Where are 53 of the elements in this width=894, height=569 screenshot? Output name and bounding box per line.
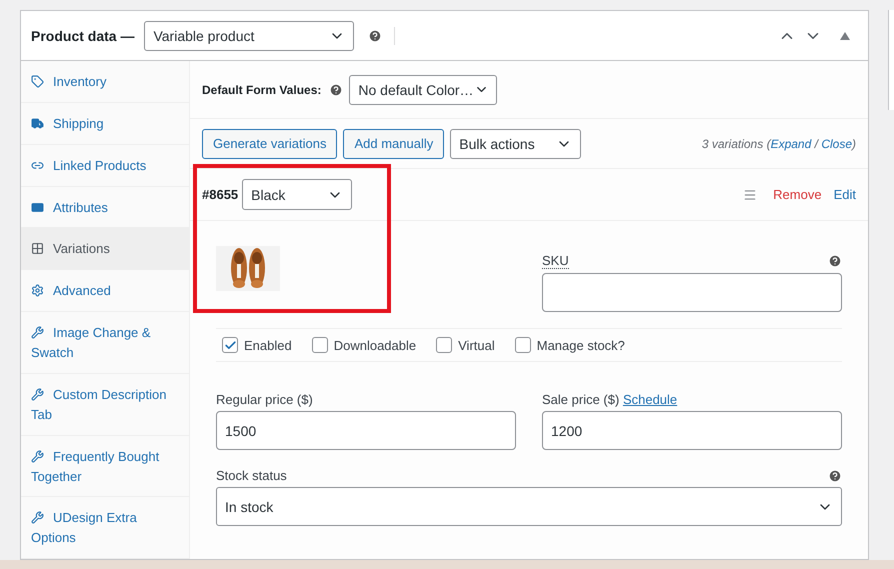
close-link[interactable]: Close xyxy=(821,136,852,150)
sku-input[interactable] xyxy=(542,273,842,312)
field-label: Sale price ($) Schedule xyxy=(542,392,678,407)
help-icon[interactable] xyxy=(828,254,842,268)
checkbox[interactable] xyxy=(312,337,328,353)
paren-text: ( xyxy=(766,136,771,150)
schedule-link[interactable]: Schedule xyxy=(622,392,678,407)
checkbox[interactable] xyxy=(436,337,452,353)
variation-count: 3 variations xyxy=(702,136,764,150)
card-icon xyxy=(31,200,44,214)
expand-link[interactable]: Expand xyxy=(770,136,812,150)
checkbox-label: Enabled xyxy=(244,338,292,352)
sidebar-tab[interactable]: Frequently Bought Together xyxy=(21,436,189,498)
wrench-icon xyxy=(31,388,44,401)
remove-link[interactable]: Remove xyxy=(773,187,822,202)
checkbox-label: Manage stock? xyxy=(536,338,625,352)
regular-price-input[interactable]: 1500 xyxy=(216,411,516,450)
separator-text: / xyxy=(813,136,820,150)
field-label: Regular price ($) xyxy=(216,392,313,407)
sale-price-input[interactable]: 1200 xyxy=(542,411,842,450)
variation-id: #8655 xyxy=(202,187,238,202)
sidebar-tab[interactable]: Variations xyxy=(21,228,189,270)
panel-title: Product data — xyxy=(31,28,134,44)
field-label: SKU xyxy=(542,253,569,269)
help-icon[interactable] xyxy=(329,82,344,96)
toolbar-button[interactable]: Add manually xyxy=(343,128,444,158)
checkbox[interactable] xyxy=(514,337,531,353)
sidebar-tab[interactable]: Attributes xyxy=(21,186,189,228)
sidebar-tab[interactable]: Linked Products xyxy=(21,144,189,187)
default-color-select[interactable]: No default Color… xyxy=(349,74,498,104)
checkbox-label: Downloadable xyxy=(334,338,416,352)
toolbar-button[interactable]: Generate variations xyxy=(202,128,338,158)
help-icon[interactable] xyxy=(828,468,842,482)
stock-status-select[interactable]: In stock xyxy=(216,487,842,526)
collapse-icon[interactable] xyxy=(840,32,850,40)
field-label: Stock status xyxy=(216,468,287,483)
bulk-actions-select[interactable]: Bulk actions xyxy=(450,128,582,158)
product-type-select[interactable]: Variable product xyxy=(144,20,354,50)
drag-handle-icon[interactable] xyxy=(743,188,758,202)
edit-link[interactable]: Edit xyxy=(834,187,856,202)
truck-icon xyxy=(31,116,44,130)
gear-icon xyxy=(31,284,44,298)
paren-text: ) xyxy=(852,136,856,150)
wrench-icon xyxy=(31,326,44,340)
checkbox-label: Virtual xyxy=(458,338,495,352)
tag-icon xyxy=(31,75,44,88)
wrench-icon xyxy=(31,511,44,524)
help-icon[interactable] xyxy=(368,28,382,42)
field-label: Default Form Values: xyxy=(202,82,322,96)
wrench-icon xyxy=(31,450,44,463)
grid-icon xyxy=(31,242,44,256)
color-select[interactable]: Black xyxy=(242,179,352,210)
checkbox[interactable] xyxy=(222,337,238,353)
